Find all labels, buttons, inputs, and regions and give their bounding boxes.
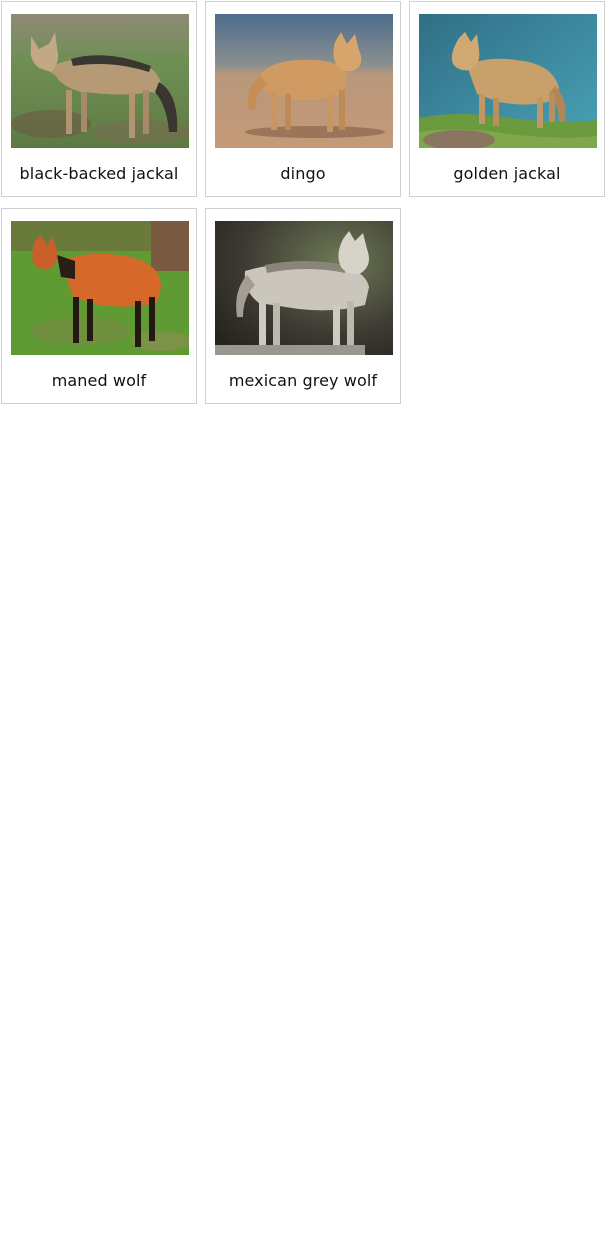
animal-card-dingo[interactable]: dingo [205, 1, 401, 197]
maned-wolf-photo [11, 221, 189, 355]
black-backed-jackal-image [11, 14, 189, 148]
maned-wolf-image [11, 221, 189, 355]
animal-card-maned-wolf[interactable]: maned wolf [1, 208, 197, 404]
card-label: golden jackal [453, 164, 561, 183]
mexican-grey-wolf-photo [215, 221, 393, 355]
card-label: maned wolf [51, 371, 147, 390]
dingo-image [215, 14, 393, 148]
black-backed-jackal-photo [11, 14, 189, 148]
golden-jackal-image [419, 14, 597, 148]
card-label: black-backed jackal [19, 164, 179, 183]
animal-card-golden-jackal[interactable]: golden jackal [409, 1, 605, 197]
card-label: dingo [280, 164, 326, 183]
dingo-photo [215, 14, 393, 148]
mexican-grey-wolf-image [215, 221, 393, 355]
animal-card-black-backed-jackal[interactable]: black-backed jackal [1, 1, 197, 197]
animal-card-mexican-grey-wolf[interactable]: mexican grey wolf [205, 208, 401, 404]
golden-jackal-photo [419, 14, 597, 148]
card-label: mexican grey wolf [228, 371, 378, 390]
